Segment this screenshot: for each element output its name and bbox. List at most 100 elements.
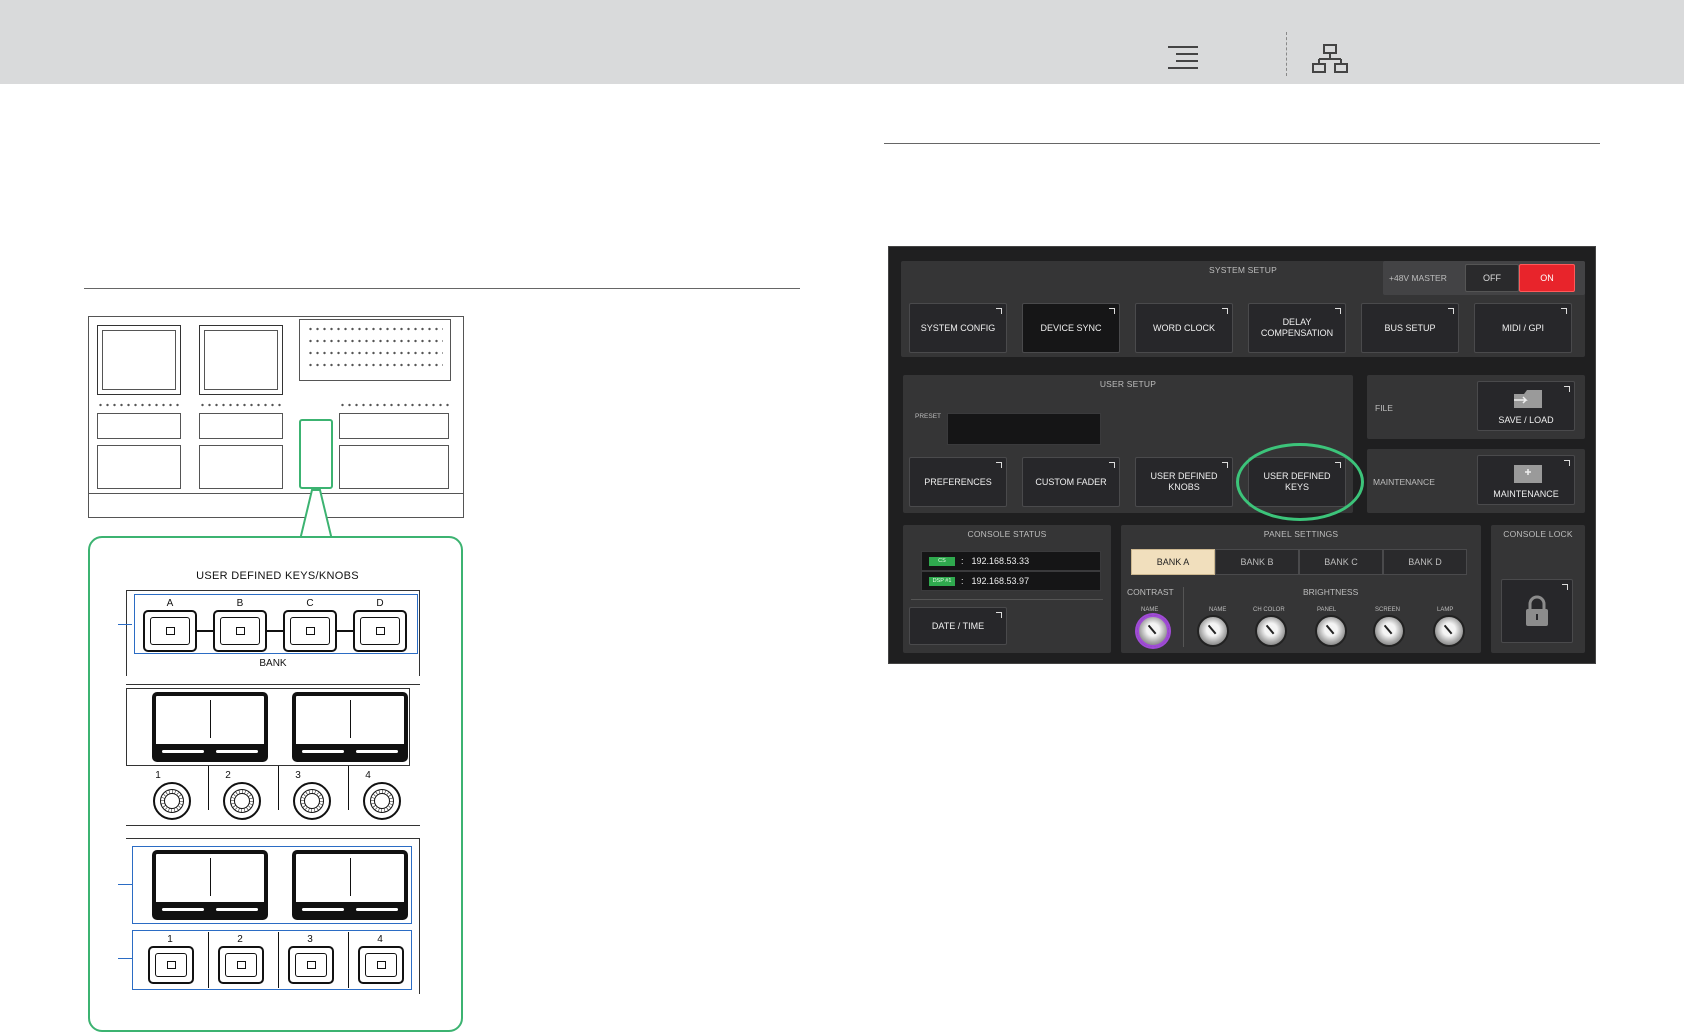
panel-settings-title: PANEL SETTINGS (1263, 529, 1339, 539)
maintenance-label: MAINTENANCE (1373, 477, 1435, 487)
top-bar (0, 0, 1684, 84)
user-key-number-3: 3 (307, 934, 313, 945)
dsp-tag: DSP #1 (929, 576, 955, 586)
brightness-name-label: NAME (1209, 607, 1227, 613)
toc-icon[interactable] (1166, 44, 1200, 72)
brightness-name-knob[interactable] (1197, 615, 1229, 647)
left-section-rule (84, 288, 800, 289)
brightness-screen-label: SCREEN (1375, 607, 1401, 613)
knob-lcd-display-left (152, 692, 268, 762)
folder-icon (1514, 390, 1542, 408)
console-illustration (88, 316, 464, 518)
cs-tag: CS (929, 556, 955, 566)
user-defined-keys-highlight (1236, 443, 1364, 521)
bank-key-c[interactable] (283, 610, 337, 652)
system-config-button[interactable]: SYSTEM CONFIG (909, 303, 1007, 353)
brightness-lamp-label: LAMP (1437, 607, 1454, 613)
contrast-label: CONTRAST (1127, 587, 1174, 597)
contrast-name-label: NAME (1141, 607, 1159, 613)
maintenance-button-label: MAINTENANCE (1493, 489, 1559, 499)
delay-compensation-button[interactable]: DELAY COMPENSATION (1248, 303, 1346, 353)
console-screen-left (97, 325, 181, 395)
bank-key-label-b: B (236, 598, 244, 609)
save-load-button[interactable]: SAVE / LOAD (1477, 381, 1575, 431)
cs-ip: 192.168.53.33 (971, 556, 1030, 566)
key-lcd-callout-line (118, 884, 132, 885)
phantom-master-panel: +48V MASTER OFF ON (1383, 261, 1585, 295)
knob-number-3: 3 (295, 770, 301, 781)
console-lock-button[interactable] (1501, 579, 1573, 643)
panel-settings-section: PANEL SETTINGS CONTRAST BRIGHTNESS NAME … (1121, 525, 1481, 653)
user-key-number-2: 2 (237, 934, 243, 945)
console-lock-title: CONSOLE LOCK (1503, 529, 1573, 539)
maintenance-button[interactable]: MAINTENANCE (1477, 455, 1575, 505)
phantom-master-label: +48V MASTER (1389, 273, 1447, 283)
knob-number-4: 4 (365, 770, 371, 781)
console-highlight-box (299, 419, 333, 489)
contrast-name-knob[interactable] (1137, 615, 1169, 647)
custom-fader-button[interactable]: CUSTOM FADER (1022, 457, 1120, 507)
user-defined-knobs-button[interactable]: USER DEFINED KNOBS (1135, 457, 1233, 507)
user-defined-key-4[interactable] (358, 946, 404, 984)
bus-setup-button[interactable]: BUS SETUP (1361, 303, 1459, 353)
brightness-label: BRIGHTNESS (1303, 587, 1359, 597)
knob-lcd-display-right (292, 692, 408, 762)
user-defined-keys-knobs-title: USER DEFINED KEYS/KNOBS (196, 570, 359, 582)
user-key-number-4: 4 (377, 934, 383, 945)
bank-d-button[interactable]: BANK D (1383, 549, 1467, 575)
sitemap-icon[interactable] (1312, 44, 1348, 74)
date-time-button[interactable]: DATE / TIME (909, 607, 1007, 645)
console-status-row-dsp: DSP #1 : 192.168.53.97 (921, 571, 1101, 591)
device-sync-button[interactable]: DEVICE SYNC (1022, 303, 1120, 353)
maintenance-folder-icon (1514, 465, 1542, 483)
bank-key-label-a: A (166, 598, 174, 609)
bank-key-a[interactable] (143, 610, 197, 652)
midi-gpi-button[interactable]: MIDI / GPI (1474, 303, 1572, 353)
user-defined-key-3[interactable] (288, 946, 334, 984)
brightness-panel-knob[interactable] (1315, 615, 1347, 647)
user-defined-knob-1[interactable] (153, 782, 191, 820)
word-clock-button[interactable]: WORD CLOCK (1135, 303, 1233, 353)
file-label: FILE (1375, 403, 1393, 413)
user-key-number-1: 1 (167, 934, 173, 945)
setup-screen: SYSTEM SETUP +48V MASTER OFF ON SYSTEM C… (888, 246, 1596, 664)
knob-number-1: 1 (155, 770, 161, 781)
user-defined-key-1[interactable] (148, 946, 194, 984)
brightness-ch-color-label: CH COLOR (1253, 607, 1285, 613)
user-defined-key-2[interactable] (218, 946, 264, 984)
bank-key-label-c: C (306, 598, 314, 609)
bank-key-b[interactable] (213, 610, 267, 652)
user-defined-knob-4[interactable] (363, 782, 401, 820)
key-lcd-display-right (292, 850, 408, 920)
bank-label: BANK (259, 658, 287, 669)
bank-b-button[interactable]: BANK B (1215, 549, 1299, 575)
console-screen-center (199, 325, 283, 395)
user-keys-callout-line (118, 958, 132, 959)
brightness-screen-knob[interactable] (1373, 615, 1405, 647)
phantom-off-button[interactable]: OFF (1465, 264, 1519, 292)
preset-label: PRESET (915, 413, 942, 420)
header-separator (1286, 32, 1287, 76)
right-section-rule (884, 143, 1600, 144)
bank-a-button[interactable]: BANK A (1131, 549, 1215, 575)
zoom-panel: USER DEFINED KEYS/KNOBS A B C D BANK 1 2… (88, 536, 463, 1032)
user-defined-knob-3[interactable] (293, 782, 331, 820)
user-defined-knob-2[interactable] (223, 782, 261, 820)
bank-key-d[interactable] (353, 610, 407, 652)
zoom-pointer (299, 489, 333, 540)
bank-callout-line (118, 624, 132, 625)
bank-c-button[interactable]: BANK C (1299, 549, 1383, 575)
user-setup-title: USER SETUP (1099, 379, 1157, 389)
console-status-row-cs: CS : 192.168.53.33 (921, 551, 1101, 571)
knob-number-2: 2 (225, 770, 231, 781)
lock-icon (1526, 595, 1548, 626)
phantom-on-button[interactable]: ON (1519, 264, 1575, 292)
bank-key-label-d: D (376, 598, 384, 609)
preset-field[interactable] (947, 413, 1101, 445)
brightness-ch-color-knob[interactable] (1255, 615, 1287, 647)
brightness-lamp-knob[interactable] (1433, 615, 1465, 647)
preferences-button[interactable]: PREFERENCES (909, 457, 1007, 507)
dsp-ip: 192.168.53.97 (971, 576, 1030, 586)
key-lcd-display-left (152, 850, 268, 920)
save-load-label: SAVE / LOAD (1498, 415, 1554, 425)
